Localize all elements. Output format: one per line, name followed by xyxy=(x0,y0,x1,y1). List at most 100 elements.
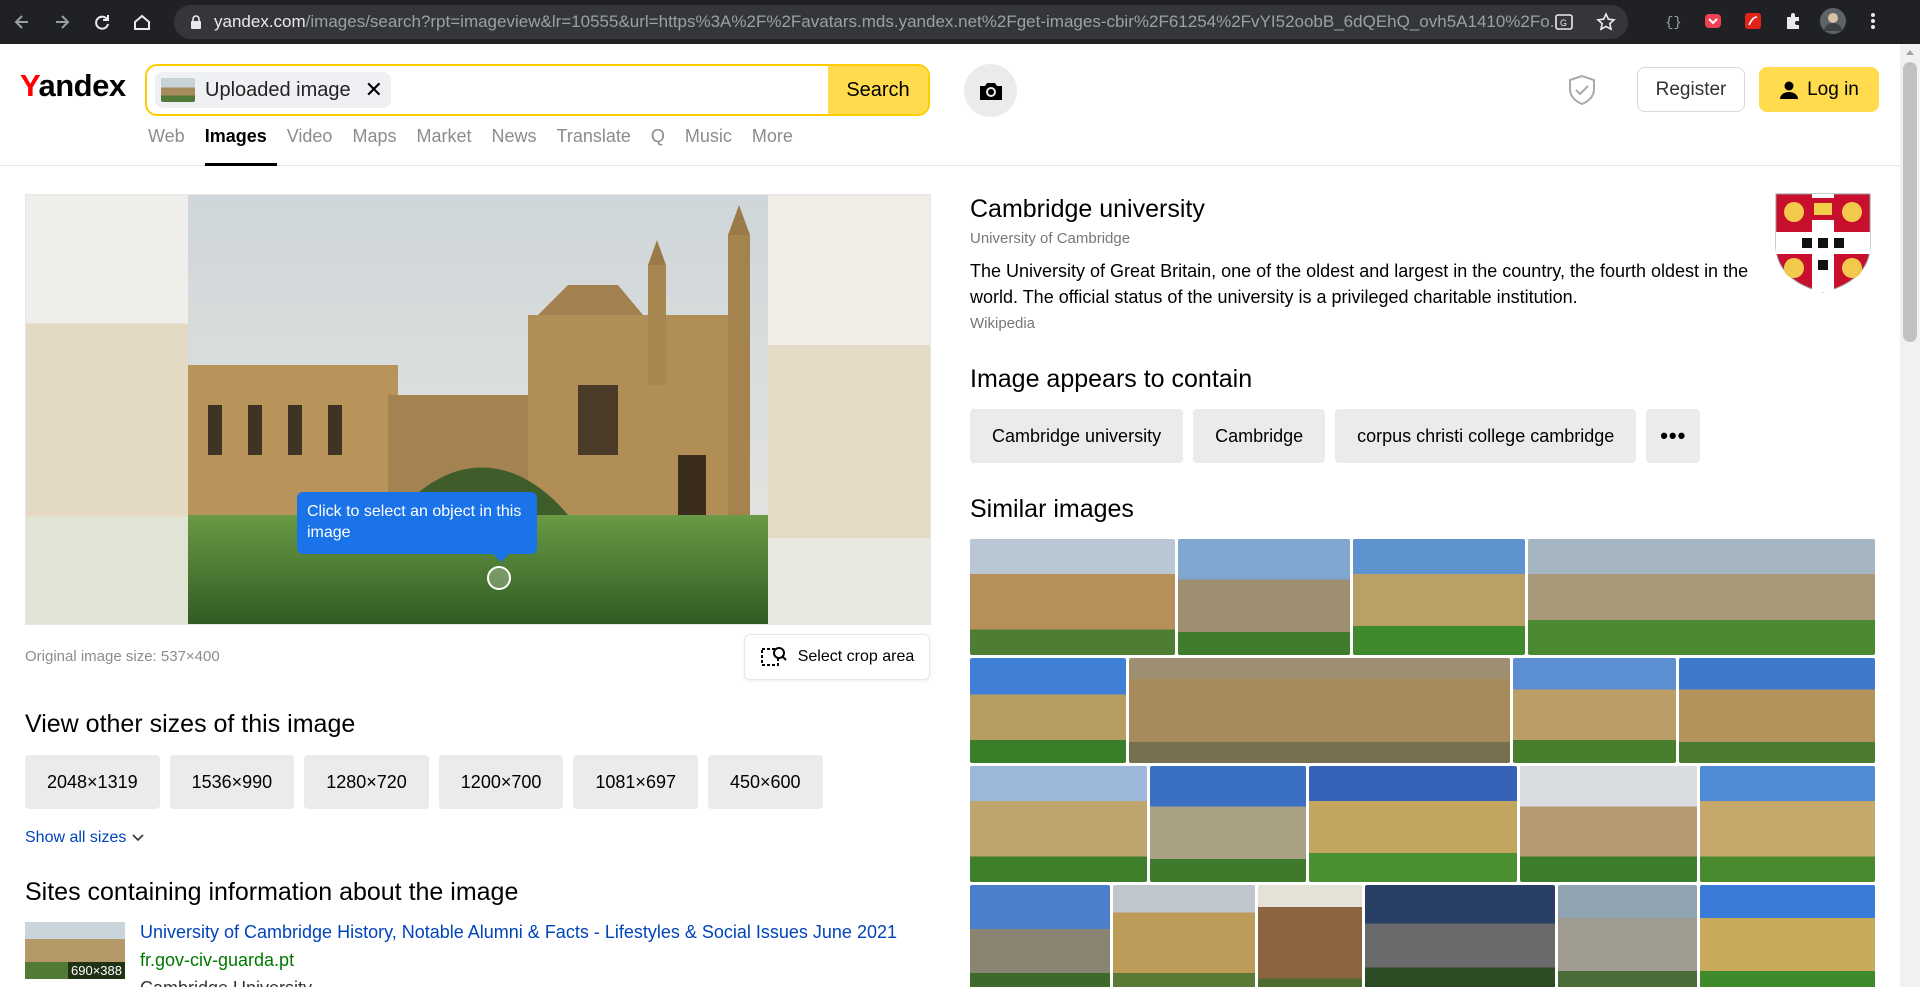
similar-row xyxy=(970,885,1875,987)
similar-image[interactable] xyxy=(1353,539,1525,655)
tab-news[interactable]: News xyxy=(491,126,546,166)
yandex-logo[interactable]: Yandex xyxy=(20,68,126,104)
size-option[interactable]: 2048×1319 xyxy=(25,755,160,809)
similar-image[interactable] xyxy=(1520,766,1697,882)
scrollbar-thumb[interactable] xyxy=(1903,62,1917,342)
similar-image[interactable] xyxy=(970,658,1126,763)
search-button[interactable]: Search xyxy=(828,66,928,114)
uploaded-image-thumbnail xyxy=(161,78,195,102)
site-thumbnail[interactable]: 690×388 xyxy=(25,922,125,979)
forward-button[interactable] xyxy=(44,4,80,40)
select-crop-area-button[interactable]: Select crop area xyxy=(744,634,930,680)
register-button[interactable]: Register xyxy=(1637,67,1745,112)
tab-maps[interactable]: Maps xyxy=(352,126,406,166)
login-button[interactable]: Log in xyxy=(1759,67,1879,112)
similar-image[interactable] xyxy=(1679,658,1875,763)
entity-source-link[interactable]: Wikipedia xyxy=(970,315,1035,332)
reload-icon xyxy=(95,15,109,30)
translate-icon[interactable]: G xyxy=(1554,12,1574,32)
similar-image[interactable] xyxy=(1513,658,1676,763)
size-option[interactable]: 1081×697 xyxy=(573,755,698,809)
site-url[interactable]: fr.gov-civ-guarda.pt xyxy=(140,950,294,971)
show-all-sizes-link[interactable]: Show all sizes xyxy=(25,829,144,847)
back-button[interactable] xyxy=(4,4,40,40)
image-viewer[interactable]: Click to select an object in this image xyxy=(25,194,931,625)
browser-menu-icon[interactable] xyxy=(1860,8,1886,34)
pocket-extension-icon[interactable] xyxy=(1700,8,1726,34)
similar-image[interactable] xyxy=(1528,539,1875,655)
blurred-edge-left xyxy=(26,195,188,624)
tab-translate[interactable]: Translate xyxy=(557,126,641,166)
tab-q[interactable]: Q xyxy=(651,126,675,166)
close-icon[interactable]: ✕ xyxy=(365,77,383,103)
similar-row xyxy=(970,539,1875,655)
size-option[interactable]: 1200×700 xyxy=(438,755,564,809)
chip-label: Uploaded image xyxy=(205,78,351,101)
url-text: yandex.com/images/search?rpt=imageview&l… xyxy=(214,12,1554,32)
similar-image[interactable] xyxy=(1258,885,1363,987)
profile-avatar[interactable] xyxy=(1820,8,1846,34)
scroll-up-arrow-icon[interactable] xyxy=(1900,44,1920,60)
home-icon xyxy=(134,14,150,30)
camera-icon xyxy=(979,82,1002,100)
similar-heading: Similar images xyxy=(970,495,1134,523)
similar-image[interactable] xyxy=(970,539,1175,655)
contains-heading: Image appears to contain xyxy=(970,365,1253,393)
logo-rest: andex xyxy=(38,68,126,103)
similar-image[interactable] xyxy=(1129,658,1510,763)
arrow-left-icon xyxy=(14,15,28,29)
url-path: /images/search?rpt=imageview&lr=10555&ur… xyxy=(305,12,1554,31)
shield-icon[interactable] xyxy=(1567,74,1597,106)
site-thumbnail-size: 690×388 xyxy=(68,962,125,979)
tag-chip[interactable]: Cambridge xyxy=(1193,409,1326,463)
tab-video[interactable]: Video xyxy=(287,126,343,166)
similar-image[interactable] xyxy=(1557,885,1698,987)
uploaded-photo[interactable] xyxy=(188,195,768,625)
contains-tags: Cambridge university Cambridge corpus ch… xyxy=(970,409,1701,463)
login-label: Log in xyxy=(1807,78,1859,100)
similar-image[interactable] xyxy=(1700,885,1875,987)
uploaded-image-chip[interactable]: Uploaded image ✕ xyxy=(155,72,392,108)
pdf-extension-icon[interactable] xyxy=(1740,8,1766,34)
tab-more[interactable]: More xyxy=(752,126,803,166)
size-option[interactable]: 450×600 xyxy=(707,755,823,809)
sites-heading: Sites containing information about the i… xyxy=(25,878,519,906)
size-list: 2048×1319 1536×990 1280×720 1200×700 108… xyxy=(25,755,823,809)
puzzle-extensions-icon[interactable] xyxy=(1780,8,1806,34)
size-option[interactable]: 1280×720 xyxy=(304,755,429,809)
similar-image[interactable] xyxy=(970,766,1147,882)
tab-images[interactable]: Images xyxy=(204,126,277,166)
blurred-edge-right xyxy=(768,195,930,624)
site-title-link[interactable]: University of Cambridge History, Notable… xyxy=(140,922,897,943)
sizes-heading: View other sizes of this image xyxy=(25,710,356,738)
home-button[interactable] xyxy=(124,4,160,40)
user-icon xyxy=(1780,81,1799,99)
object-selection-point[interactable] xyxy=(487,566,511,590)
crop-button-label: Select crop area xyxy=(797,648,915,665)
code-extension-icon[interactable]: {} xyxy=(1660,8,1686,34)
site-header: Yandex Uploaded image ✕ Search Register … xyxy=(0,44,1900,166)
tab-market[interactable]: Market xyxy=(416,126,481,166)
page-scrollbar[interactable] xyxy=(1900,44,1920,987)
similar-image[interactable] xyxy=(1309,766,1517,882)
tab-music[interactable]: Music xyxy=(685,126,742,166)
arrow-right-icon xyxy=(56,15,70,29)
similar-image[interactable] xyxy=(1112,885,1256,987)
star-icon[interactable] xyxy=(1596,12,1616,32)
similar-image[interactable] xyxy=(1178,539,1350,655)
address-bar[interactable]: yandex.com/images/search?rpt=imageview&l… xyxy=(174,5,1628,39)
site-description: Cambridge University xyxy=(140,978,312,987)
similar-image[interactable] xyxy=(970,885,1110,987)
more-tags-button[interactable]: ••• xyxy=(1646,409,1701,463)
search-box[interactable]: Uploaded image ✕ Search xyxy=(145,64,930,116)
camera-search-button[interactable] xyxy=(964,64,1017,117)
tab-web[interactable]: Web xyxy=(148,126,195,166)
similar-image[interactable] xyxy=(1150,766,1306,882)
reload-button[interactable] xyxy=(84,4,120,40)
size-option[interactable]: 1536×990 xyxy=(169,755,295,809)
entity-title[interactable]: Cambridge university xyxy=(970,195,1205,224)
similar-image[interactable] xyxy=(1365,885,1555,987)
tag-chip[interactable]: corpus christi college cambridge xyxy=(1335,409,1637,463)
tag-chip[interactable]: Cambridge university xyxy=(970,409,1184,463)
similar-image[interactable] xyxy=(1700,766,1875,882)
